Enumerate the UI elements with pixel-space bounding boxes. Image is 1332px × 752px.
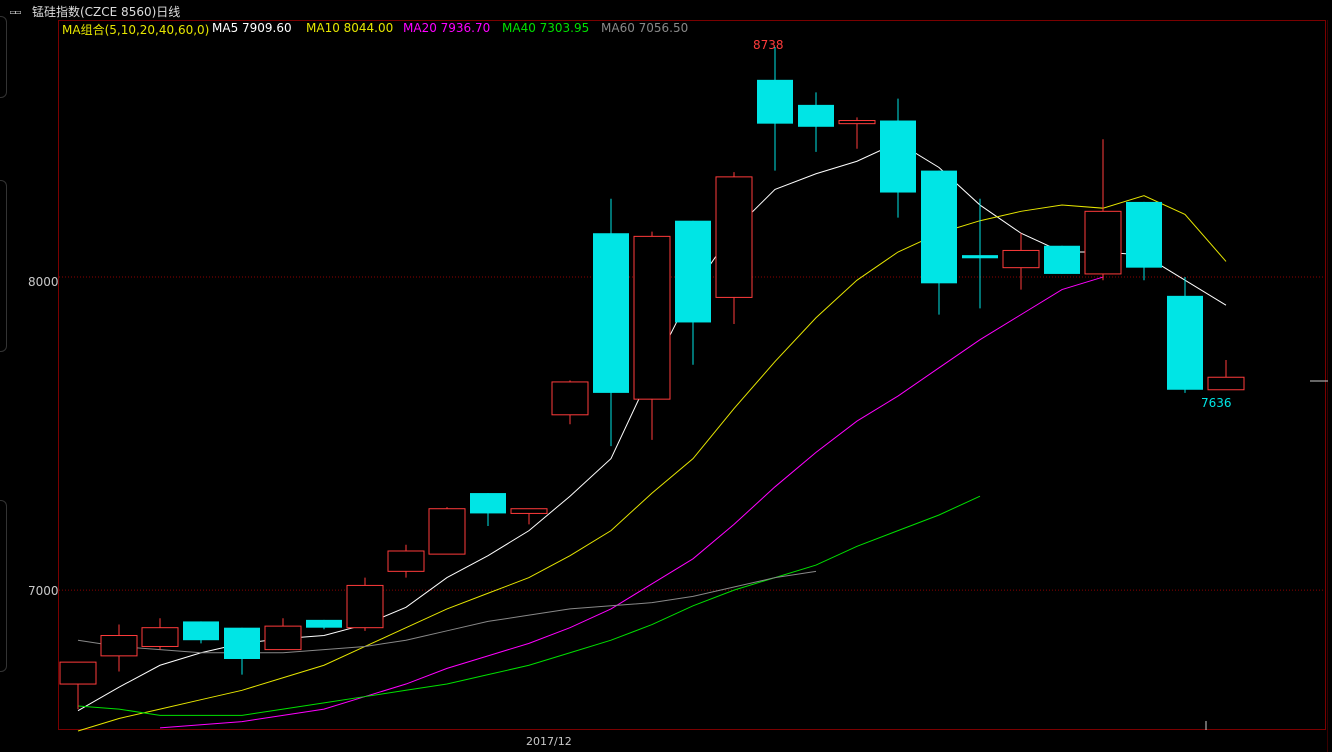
candle[interactable]	[593, 198, 629, 447]
candle[interactable]	[962, 198, 998, 309]
ma40-legend: MA40 7303.95	[502, 21, 590, 35]
candle[interactable]	[551, 380, 589, 425]
candle[interactable]	[1084, 139, 1122, 281]
candle[interactable]	[633, 231, 671, 440]
candle-body	[962, 255, 998, 259]
candle-body	[346, 584, 384, 629]
ma5-legend: MA5 7909.60	[212, 21, 292, 35]
candle[interactable]	[1044, 245, 1080, 274]
candle[interactable]	[224, 627, 260, 675]
candle-body	[798, 104, 834, 127]
candle-body	[510, 508, 548, 514]
candle-body	[100, 635, 138, 657]
candle[interactable]	[510, 508, 548, 525]
high-price-marker: 8738	[753, 38, 784, 52]
ma60-line	[77, 570, 817, 654]
candle-body	[224, 627, 260, 659]
candle[interactable]	[880, 98, 916, 218]
y-tick-label-8000: 8000	[28, 275, 59, 289]
candle-body	[387, 550, 425, 572]
candlestick-chart[interactable]: 8000 7000 2017/12 8738 7636	[0, 0, 1332, 752]
candle-body	[757, 79, 793, 124]
candle[interactable]	[183, 621, 219, 644]
candle[interactable]	[715, 172, 753, 325]
candle-body	[1126, 201, 1162, 268]
low-price-marker: 7636	[1201, 396, 1232, 410]
candle[interactable]	[346, 577, 384, 631]
candle-body	[551, 381, 589, 416]
candle-body	[1044, 245, 1080, 274]
candle[interactable]	[428, 507, 466, 555]
candle-body	[675, 220, 711, 323]
candle-body	[633, 235, 671, 400]
candle-body	[921, 170, 957, 284]
candle-body	[1167, 295, 1203, 390]
candle-body	[428, 508, 466, 555]
candle-body	[1002, 249, 1040, 269]
candle[interactable]	[470, 493, 506, 526]
ma20-line	[159, 276, 1104, 729]
candle[interactable]	[798, 92, 834, 152]
candle-body	[141, 627, 179, 647]
candle[interactable]	[675, 220, 711, 365]
candle-body	[880, 120, 916, 193]
candle[interactable]	[59, 661, 97, 710]
x-axis-date-label: 2017/12	[526, 735, 572, 748]
candle[interactable]	[100, 624, 138, 672]
candle-body	[838, 120, 876, 125]
candle[interactable]	[838, 117, 876, 149]
candle[interactable]	[1002, 233, 1040, 290]
candle[interactable]	[1207, 360, 1245, 391]
candle-body	[593, 233, 629, 393]
candle[interactable]	[141, 618, 179, 650]
candle[interactable]	[757, 46, 793, 171]
ma20-legend: MA20 7936.70	[403, 21, 491, 35]
y-tick-label-7000: 7000	[28, 584, 59, 598]
candle-body	[264, 625, 302, 651]
candle[interactable]	[387, 544, 425, 578]
candle-body	[306, 619, 342, 628]
candle-body	[470, 493, 506, 514]
ma-group-label[interactable]: MA组合(5,10,20,40,60,0)	[62, 21, 209, 38]
candle-body	[1084, 210, 1122, 275]
candle-body	[59, 661, 97, 685]
candle[interactable]	[264, 618, 302, 651]
grid-layer	[59, 276, 1325, 591]
ma40-line	[77, 495, 981, 716]
candle-body	[1207, 376, 1245, 391]
candle-body	[183, 621, 219, 641]
candle[interactable]	[1126, 201, 1162, 281]
ma60-legend: MA60 7056.50	[601, 21, 689, 35]
ma10-legend: MA10 8044.00	[306, 21, 394, 35]
candle[interactable]	[921, 170, 957, 315]
candle[interactable]	[1167, 277, 1203, 393]
candle-body	[715, 176, 753, 298]
candle[interactable]	[306, 619, 342, 630]
candle-layer	[59, 46, 1245, 710]
